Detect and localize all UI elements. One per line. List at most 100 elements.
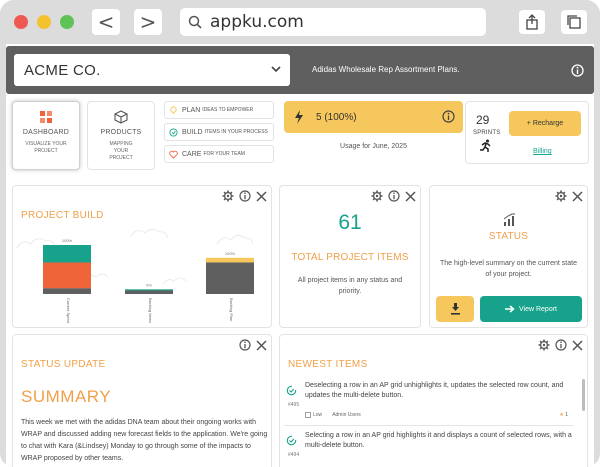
sprints-label: SPRINTS bbox=[473, 130, 501, 136]
bar-segment bbox=[206, 257, 254, 263]
scrollbar[interactable] bbox=[582, 379, 585, 411]
close-window-button[interactable] bbox=[14, 15, 28, 29]
back-icon: < bbox=[97, 10, 115, 34]
nav-tile-subtitle: VISUALIZE YOUR PROJECT bbox=[25, 141, 67, 154]
status-title: STATUS bbox=[488, 231, 529, 242]
percent-label: 0% bbox=[146, 282, 152, 287]
billing-link[interactable]: Billing bbox=[533, 148, 552, 155]
item-priority: Low bbox=[305, 412, 322, 418]
newest-items-card: NEWEST ITEMS Deselecting a row in an AP … bbox=[279, 334, 588, 467]
gear-icon[interactable] bbox=[222, 190, 234, 202]
info-icon[interactable] bbox=[442, 110, 455, 123]
item-meta: Low Admin Users bbox=[305, 412, 361, 418]
url-text: appku.com bbox=[210, 12, 304, 32]
maximize-window-button[interactable] bbox=[60, 15, 74, 29]
view-report-label: View Report bbox=[518, 305, 557, 313]
tabs-button[interactable] bbox=[561, 10, 587, 34]
company-select[interactable]: ACME CO. bbox=[14, 54, 290, 86]
list-item[interactable]: Deselecting a row in an AP grid unhighli… bbox=[284, 381, 580, 421]
category-label: Backlog Items bbox=[148, 298, 153, 323]
bar-segment bbox=[43, 262, 91, 289]
gear-icon[interactable] bbox=[371, 190, 383, 202]
card-controls bbox=[371, 190, 416, 202]
item-text: Deselecting a row in an AP grid unhighli… bbox=[305, 382, 564, 399]
recharge-button[interactable]: + Recharge bbox=[509, 111, 581, 136]
feature-label: PLAN bbox=[182, 106, 201, 114]
item-status-icon bbox=[286, 385, 297, 396]
status-description: The high-level summary on the current st… bbox=[440, 260, 577, 278]
total-items-card: 61 TOTAL PROJECT ITEMS All project items… bbox=[279, 185, 421, 328]
summary-text: This week we met with the adidas DNA tea… bbox=[21, 419, 268, 462]
nav-tile-title: DASHBOARD bbox=[22, 129, 70, 136]
status-card: STATUS The high-level summary on the cur… bbox=[429, 185, 588, 328]
card-controls bbox=[555, 190, 583, 202]
info-icon[interactable] bbox=[239, 339, 251, 351]
close-icon[interactable] bbox=[405, 190, 416, 202]
feature-build[interactable]: BUILD ITEMS IN YOUR PROCESS bbox=[164, 123, 274, 141]
heart-icon bbox=[169, 150, 178, 159]
usage-label: Usage for June, 2025 bbox=[340, 143, 407, 150]
download-button[interactable] bbox=[436, 296, 474, 322]
runner-icon bbox=[480, 139, 491, 152]
nav-tile-dashboard[interactable]: DASHBOARD VISUALIZE YOUR PROJECT bbox=[12, 101, 80, 170]
cycle-icon bbox=[169, 127, 178, 137]
project-build-chart: 100% Current Sprint 0% Backlog Items 100% Bac… bbox=[16, 228, 254, 324]
bar-segment bbox=[125, 289, 173, 291]
close-icon[interactable] bbox=[256, 339, 267, 351]
info-icon[interactable] bbox=[239, 190, 251, 202]
close-icon[interactable] bbox=[572, 339, 583, 351]
tabs-icon bbox=[567, 15, 581, 29]
forward-icon: > bbox=[139, 10, 157, 34]
percent-label: 100% bbox=[225, 251, 236, 256]
bar-segment bbox=[125, 290, 173, 294]
share-button[interactable] bbox=[519, 10, 545, 34]
feature-plan[interactable]: PLAN IDEAS TO EMPOWER bbox=[164, 101, 274, 119]
total-items-value: 61 bbox=[338, 211, 362, 234]
divider bbox=[284, 425, 574, 426]
category-label: Current Sprint bbox=[66, 298, 71, 324]
nav-tile-subtitle: MAPPING YOUR PROJECT bbox=[109, 141, 133, 161]
info-icon[interactable] bbox=[555, 339, 567, 351]
search-icon bbox=[188, 15, 202, 29]
close-icon[interactable] bbox=[572, 190, 583, 202]
close-icon[interactable] bbox=[256, 190, 267, 202]
back-button[interactable]: < bbox=[92, 9, 120, 35]
nav-tile-products[interactable]: PRODUCTS MAPPING YOUR PROJECT bbox=[87, 101, 155, 170]
gear-icon[interactable] bbox=[555, 190, 567, 202]
company-name: ACME CO. bbox=[24, 61, 101, 79]
address-bar[interactable]: appku.com bbox=[180, 8, 486, 36]
gear-icon[interactable] bbox=[538, 339, 550, 351]
total-items-description: All project items in any status and prio… bbox=[297, 277, 403, 295]
list-item[interactable]: Selecting a row in an AP grid highlights… bbox=[284, 431, 580, 465]
star-icon: ★ bbox=[559, 412, 564, 418]
info-icon[interactable] bbox=[388, 190, 400, 202]
dashboard-icon bbox=[40, 111, 52, 123]
view-report-button[interactable]: View Report bbox=[480, 296, 582, 322]
item-priority-label: Low bbox=[313, 412, 323, 418]
info-icon[interactable] bbox=[571, 64, 584, 77]
feature-sublabel: ITEMS IN YOUR PROCESS bbox=[204, 129, 268, 135]
rising-chart-icon bbox=[503, 213, 515, 226]
card-title: STATUS UPDATE bbox=[21, 359, 106, 370]
bolt-icon bbox=[295, 110, 303, 124]
percent-label: 100% bbox=[62, 238, 73, 243]
bars-layer: 100% Current Sprint 0% Backlog Items 100% Bac… bbox=[43, 238, 254, 324]
arrow-right-icon bbox=[504, 305, 515, 313]
total-items-title: TOTAL PROJECT ITEMS bbox=[291, 252, 409, 263]
minimize-window-button[interactable] bbox=[37, 15, 51, 29]
nav-tile-title: PRODUCTS bbox=[100, 129, 142, 136]
item-status-icon bbox=[286, 435, 297, 446]
feature-label: BUILD bbox=[182, 128, 203, 136]
credits-bar: 5 (100%) bbox=[284, 101, 463, 133]
card-title: NEWEST ITEMS bbox=[288, 359, 368, 370]
category-label: Backlog Plan bbox=[229, 298, 234, 321]
forward-button[interactable]: > bbox=[134, 9, 162, 35]
item-count: ★ 1 bbox=[559, 412, 568, 418]
download-icon bbox=[450, 303, 460, 315]
box-icon bbox=[114, 110, 128, 124]
item-owner: Admin Users bbox=[332, 412, 361, 418]
item-id: #494 bbox=[288, 452, 300, 458]
feature-care[interactable]: CARE FOR YOUR TEAM bbox=[164, 145, 274, 163]
bar-segment bbox=[43, 245, 91, 263]
bar-segment bbox=[43, 288, 91, 294]
